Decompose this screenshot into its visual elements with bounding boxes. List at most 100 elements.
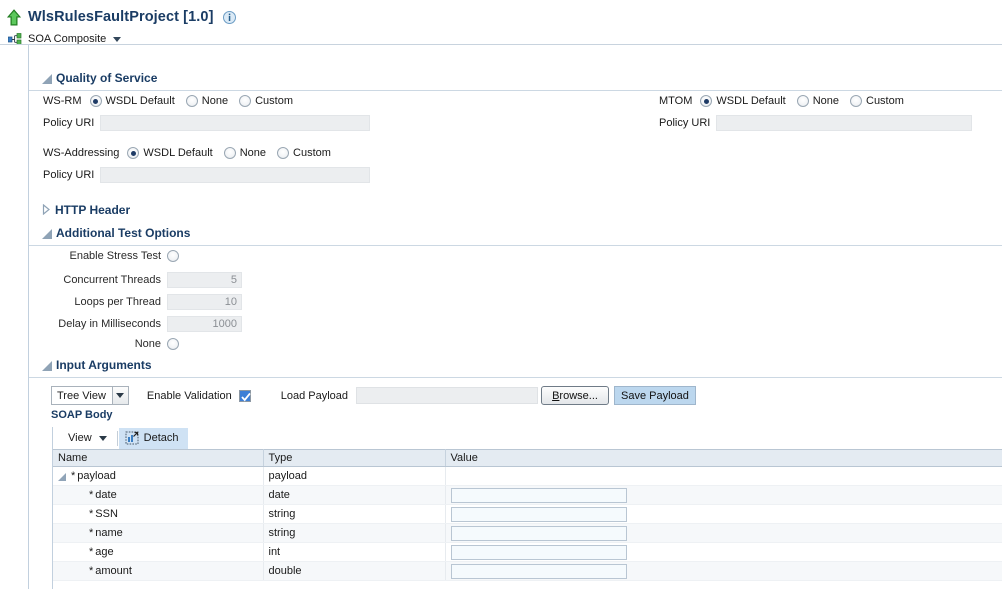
required-marker: * bbox=[89, 565, 94, 577]
view-mode-select[interactable]: Tree View bbox=[51, 386, 129, 405]
table-row[interactable]: * payload payload bbox=[53, 466, 1002, 486]
detach-button[interactable]: Detach bbox=[118, 427, 188, 449]
value-input-age[interactable] bbox=[450, 544, 627, 560]
table-row[interactable]: * SSN string bbox=[53, 504, 1002, 524]
none-radio[interactable] bbox=[167, 338, 179, 350]
wsrm-option-none[interactable]: None bbox=[185, 95, 228, 107]
value-input-amount[interactable] bbox=[450, 563, 627, 579]
required-marker: * bbox=[89, 508, 94, 520]
wsaddressing-option-none[interactable]: None bbox=[223, 147, 266, 159]
wsrm-policy-uri-input[interactable] bbox=[100, 115, 371, 131]
disclosure-expanded-icon[interactable] bbox=[42, 73, 52, 84]
toolbar-separator bbox=[116, 430, 118, 446]
cell-value bbox=[445, 466, 1002, 486]
mtom-option-label: Custom bbox=[866, 95, 904, 107]
loops-per-thread-input[interactable]: 10 bbox=[167, 294, 242, 310]
input-arguments-toolbar: Tree View Enable Validation Load Payload… bbox=[29, 378, 1002, 406]
section-header-http-header[interactable]: HTTP Header bbox=[29, 201, 1002, 218]
wsrm-option-wsdl-default[interactable]: WSDL Default bbox=[89, 95, 175, 107]
chevron-down-icon[interactable] bbox=[113, 36, 122, 42]
wsaddressing-policy-uri-input[interactable] bbox=[100, 167, 371, 183]
radio-icon[interactable] bbox=[850, 95, 862, 107]
wsaddressing-radio-group: WS-Addressing WSDL Default None Custom bbox=[43, 147, 342, 159]
row-loops-per-thread: Loops per Thread 10 bbox=[21, 294, 242, 310]
browse-button-label-rest: rowse... bbox=[559, 389, 598, 402]
table-row[interactable]: * date date bbox=[53, 485, 1002, 505]
section-header-input-arguments[interactable]: Input Arguments bbox=[29, 356, 1002, 373]
table-row[interactable]: * age int bbox=[53, 542, 1002, 562]
wsaddressing-policy-uri-label: Policy URI bbox=[43, 169, 95, 181]
wsaddressing-label: WS-Addressing bbox=[43, 147, 120, 159]
cell-type: double bbox=[263, 561, 446, 581]
up-arrow-icon bbox=[6, 8, 22, 25]
loops-per-thread-label: Loops per Thread bbox=[74, 296, 161, 308]
radio-icon[interactable] bbox=[185, 95, 198, 107]
mtom-policy-uri-label: Policy URI bbox=[659, 117, 711, 129]
value-input-date[interactable] bbox=[450, 487, 627, 503]
radio-icon[interactable] bbox=[223, 147, 236, 159]
concurrent-threads-label: Concurrent Threads bbox=[63, 274, 161, 286]
info-icon[interactable] bbox=[222, 10, 236, 24]
enable-validation-checkbox[interactable] bbox=[238, 389, 251, 402]
soap-body-label: SOAP Body bbox=[51, 409, 113, 421]
section-header-additional-test-options[interactable]: Additional Test Options bbox=[29, 224, 1002, 241]
wsaddressing-option-label: Custom bbox=[293, 147, 331, 159]
required-marker: * bbox=[89, 489, 94, 501]
mtom-option-custom[interactable]: Custom bbox=[850, 95, 904, 107]
value-input-ssn[interactable] bbox=[450, 506, 627, 522]
save-payload-button[interactable]: Save Payload bbox=[614, 386, 696, 405]
disclosure-expanded-icon[interactable] bbox=[42, 228, 52, 239]
column-header-value[interactable]: Value bbox=[445, 449, 1002, 467]
row-name-label: payload bbox=[77, 470, 116, 482]
title-row: WlsRulesFaultProject [1.0] bbox=[6, 6, 1002, 28]
table-toolbar: View Detach bbox=[53, 427, 1002, 449]
disclosure-collapsed-icon[interactable] bbox=[42, 203, 51, 216]
column-header-name[interactable]: Name bbox=[53, 449, 264, 467]
radio-icon[interactable] bbox=[277, 147, 290, 159]
enable-stress-test-label: Enable Stress Test bbox=[69, 250, 161, 262]
wsrm-policy-uri-row: Policy URI bbox=[43, 115, 371, 131]
table-row[interactable]: * amount double bbox=[53, 561, 1002, 581]
disclosure-expanded-icon[interactable] bbox=[42, 360, 52, 371]
detach-button-label: Detach bbox=[143, 432, 179, 444]
tree-expand-icon[interactable] bbox=[58, 473, 66, 481]
cell-type: string bbox=[263, 504, 446, 524]
section-title-http-header: HTTP Header bbox=[55, 202, 131, 217]
delay-in-milliseconds-input[interactable]: 1000 bbox=[167, 316, 242, 332]
mtom-option-wsdl-default[interactable]: WSDL Default bbox=[700, 95, 786, 107]
section-header-quality-of-service[interactable]: Quality of Service bbox=[29, 69, 1002, 86]
load-payload-input[interactable] bbox=[356, 387, 539, 404]
row-name-label: amount bbox=[95, 565, 132, 577]
browse-button[interactable]: Browse... bbox=[541, 386, 610, 405]
value-input-name[interactable] bbox=[450, 525, 627, 541]
chevron-down-icon bbox=[98, 435, 107, 441]
section-title-additional-test-options: Additional Test Options bbox=[56, 225, 191, 240]
enable-stress-test-radio[interactable] bbox=[167, 250, 179, 262]
mtom-option-none[interactable]: None bbox=[796, 95, 839, 107]
view-menu-button[interactable]: View bbox=[60, 428, 117, 449]
table-row[interactable]: * name string bbox=[53, 523, 1002, 543]
cell-type: date bbox=[263, 485, 446, 505]
concurrent-threads-input[interactable]: 5 bbox=[167, 272, 242, 288]
radio-icon[interactable] bbox=[239, 95, 252, 107]
radio-icon[interactable] bbox=[127, 147, 140, 159]
radio-icon[interactable] bbox=[796, 95, 809, 107]
wsrm-option-custom[interactable]: Custom bbox=[239, 95, 293, 107]
column-header-type[interactable]: Type bbox=[263, 449, 446, 467]
page-header: WlsRulesFaultProject [1.0] SOA Composite bbox=[0, 0, 1002, 45]
input-arguments-body: Tree View Enable Validation Load Payload… bbox=[29, 378, 1002, 589]
row-delay-in-milliseconds: Delay in Milliseconds 1000 bbox=[21, 316, 242, 332]
wsaddressing-option-custom[interactable]: Custom bbox=[277, 147, 331, 159]
section-title-input-arguments: Input Arguments bbox=[56, 357, 152, 372]
radio-icon[interactable] bbox=[89, 95, 102, 107]
row-name-label: date bbox=[95, 489, 117, 501]
delay-in-milliseconds-label: Delay in Milliseconds bbox=[58, 318, 161, 330]
wsaddressing-option-wsdl-default[interactable]: WSDL Default bbox=[127, 147, 213, 159]
radio-icon[interactable] bbox=[700, 95, 713, 107]
wsrm-label: WS-RM bbox=[43, 95, 82, 107]
required-marker: * bbox=[71, 470, 76, 482]
cell-name: * age bbox=[53, 542, 264, 562]
mtom-option-label: WSDL Default bbox=[716, 95, 786, 107]
chevron-down-icon[interactable] bbox=[111, 387, 128, 404]
mtom-policy-uri-input[interactable] bbox=[716, 115, 973, 131]
